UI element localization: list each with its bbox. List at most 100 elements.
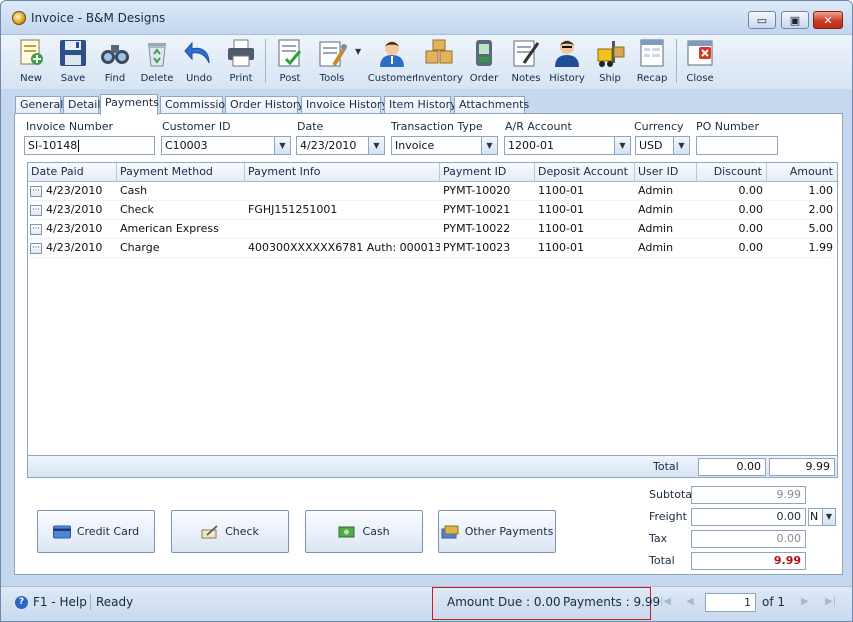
inventory-button[interactable]: Inventory bbox=[415, 35, 463, 89]
table-row[interactable]: ··· 4/23/2010 Check FGHJ151251001 PYMT-1… bbox=[28, 201, 837, 220]
column-header-deposit-account[interactable]: Deposit Account bbox=[535, 163, 635, 182]
table-row[interactable]: ··· 4/23/2010 Charge 400300XXXXXX6781 Au… bbox=[28, 239, 837, 258]
save-button[interactable]: Save bbox=[55, 35, 91, 89]
customer-id-combo[interactable]: C10003 ▼ bbox=[161, 136, 291, 155]
table-row[interactable]: ··· 4/23/2010 Cash PYMT-10020 1100-01 Ad… bbox=[28, 182, 837, 201]
cell-amount: 5.00 bbox=[808, 222, 834, 235]
print-button[interactable]: Print bbox=[223, 35, 259, 89]
recap-sheet-icon bbox=[640, 39, 664, 67]
grid-footer-totals: Total 0.00 9.99 bbox=[28, 455, 837, 477]
toolbar-label: Order bbox=[469, 73, 499, 84]
row-details-button[interactable]: ··· bbox=[30, 243, 42, 254]
column-header-payment-info[interactable]: Payment Info bbox=[245, 163, 440, 182]
tab-detail[interactable]: Detail bbox=[63, 96, 100, 114]
tools-icon bbox=[319, 41, 347, 67]
po-number-field[interactable] bbox=[696, 136, 778, 155]
currency-label: Currency bbox=[634, 120, 684, 133]
credit-card-button[interactable]: Credit Card bbox=[37, 510, 155, 553]
undo-button[interactable]: Undo bbox=[181, 35, 217, 89]
tab-general[interactable]: General bbox=[15, 96, 63, 114]
ar-account-combo[interactable]: 1200-01 ▼ bbox=[504, 136, 631, 155]
next-page-icon[interactable]: ▶ bbox=[801, 596, 809, 607]
post-button[interactable]: Post bbox=[272, 35, 308, 89]
column-header-payment-method[interactable]: Payment Method bbox=[117, 163, 245, 182]
help-icon[interactable]: ? bbox=[15, 596, 28, 609]
history-button[interactable]: History bbox=[548, 35, 586, 89]
recap-button[interactable]: Recap bbox=[633, 35, 671, 89]
customer-button[interactable]: Customer bbox=[368, 35, 416, 89]
order-button[interactable]: Order bbox=[465, 35, 503, 89]
column-header-date-paid[interactable]: Date Paid bbox=[28, 163, 117, 182]
currency-combo[interactable]: USD ▼ bbox=[635, 136, 690, 155]
notes-button[interactable]: Notes bbox=[507, 35, 545, 89]
total-value: 9.99 bbox=[691, 552, 806, 570]
first-page-icon[interactable]: |◀ bbox=[660, 596, 671, 607]
customer-icon bbox=[380, 41, 404, 67]
notes-pencil-icon bbox=[513, 40, 540, 67]
cell-user-id: Admin bbox=[638, 184, 674, 197]
cell-deposit-account: 1100-01 bbox=[538, 203, 584, 216]
freight-field[interactable]: 0.00 bbox=[691, 508, 806, 526]
tools-button[interactable]: Tools bbox=[314, 35, 350, 89]
tab-order-history[interactable]: Order History bbox=[225, 96, 304, 114]
cell-amount: 1.99 bbox=[808, 241, 834, 254]
chevron-down-icon[interactable]: ▼ bbox=[274, 137, 290, 154]
tab-attachments[interactable]: Attachments bbox=[454, 96, 529, 114]
transaction-type-combo[interactable]: Invoice ▼ bbox=[391, 136, 498, 155]
row-details-button[interactable]: ··· bbox=[30, 224, 42, 235]
other-payments-icon bbox=[441, 525, 459, 538]
other-payments-label: Other Payments bbox=[464, 525, 554, 538]
page-number-field[interactable]: 1 bbox=[705, 593, 756, 612]
delete-button[interactable]: Delete bbox=[139, 35, 175, 89]
discount-total-value: 0.00 bbox=[698, 458, 766, 476]
new-button[interactable]: New bbox=[13, 35, 49, 89]
cell-user-id: Admin bbox=[638, 241, 674, 254]
cash-bills-icon bbox=[338, 526, 355, 537]
date-value: 4/23/2010 bbox=[300, 139, 357, 152]
maximize-button[interactable]: ▣ bbox=[781, 11, 809, 29]
column-header-discount[interactable]: Discount bbox=[697, 163, 767, 182]
last-page-icon[interactable]: ▶| bbox=[825, 596, 836, 607]
row-details-button[interactable]: ··· bbox=[30, 186, 42, 197]
toolbar-label: Find bbox=[104, 73, 126, 84]
check-pen-icon bbox=[201, 524, 218, 538]
column-header-amount[interactable]: Amount bbox=[767, 163, 837, 182]
other-payments-button[interactable]: Other Payments bbox=[438, 510, 556, 553]
tab-invoice-history[interactable]: Invoice History bbox=[301, 96, 388, 114]
freight-term-combo[interactable]: N ▼ bbox=[808, 508, 836, 526]
chevron-down-icon[interactable]: ▼ bbox=[481, 137, 497, 154]
check-payment-button[interactable]: Check bbox=[171, 510, 289, 553]
find-button[interactable]: Find bbox=[97, 35, 133, 89]
credit-card-icon bbox=[52, 525, 71, 538]
column-header-payment-id[interactable]: Payment ID bbox=[440, 163, 535, 182]
tools-dropdown-arrow-icon[interactable]: ▼ bbox=[355, 47, 361, 56]
payments-total-text: Payments : 9.99 bbox=[563, 595, 661, 609]
cell-date-paid: 4/23/2010 bbox=[46, 222, 103, 235]
cash-payment-button[interactable]: Cash bbox=[305, 510, 423, 553]
title-bar: Invoice - B&M Designs ▭ ▣ ✕ bbox=[1, 1, 852, 35]
row-details-button[interactable]: ··· bbox=[30, 205, 42, 216]
tab-commission[interactable]: Commission bbox=[160, 96, 232, 114]
close-button[interactable]: Close bbox=[682, 35, 718, 89]
column-header-user-id[interactable]: User ID bbox=[635, 163, 697, 182]
invoice-number-value: SI-10148 bbox=[28, 139, 78, 152]
ship-button[interactable]: Ship bbox=[591, 35, 629, 89]
chevron-down-icon[interactable]: ▼ bbox=[673, 137, 689, 154]
grid-total-label: Total bbox=[653, 460, 679, 473]
chevron-down-icon[interactable]: ▼ bbox=[822, 509, 835, 525]
minimize-button[interactable]: ▭ bbox=[748, 11, 776, 29]
invoice-number-field[interactable]: SI-10148 bbox=[24, 136, 155, 155]
chevron-down-icon[interactable]: ▼ bbox=[368, 137, 384, 154]
tab-payments[interactable]: Payments bbox=[100, 94, 159, 115]
chevron-down-icon[interactable]: ▼ bbox=[614, 137, 630, 154]
previous-page-icon[interactable]: ◀ bbox=[686, 596, 694, 607]
date-picker[interactable]: 4/23/2010 ▼ bbox=[296, 136, 385, 155]
close-icon: ✕ bbox=[823, 13, 833, 27]
close-window-button[interactable]: ✕ bbox=[813, 11, 843, 29]
transaction-type-label: Transaction Type bbox=[391, 120, 483, 133]
toolbar-label: Notes bbox=[511, 73, 541, 84]
tab-item-history[interactable]: Item History bbox=[384, 96, 457, 114]
cell-payment-info: FGHJ151251001 bbox=[248, 203, 338, 216]
toolbar-separator bbox=[265, 39, 266, 83]
table-row[interactable]: ··· 4/23/2010 American Express PYMT-1002… bbox=[28, 220, 837, 239]
